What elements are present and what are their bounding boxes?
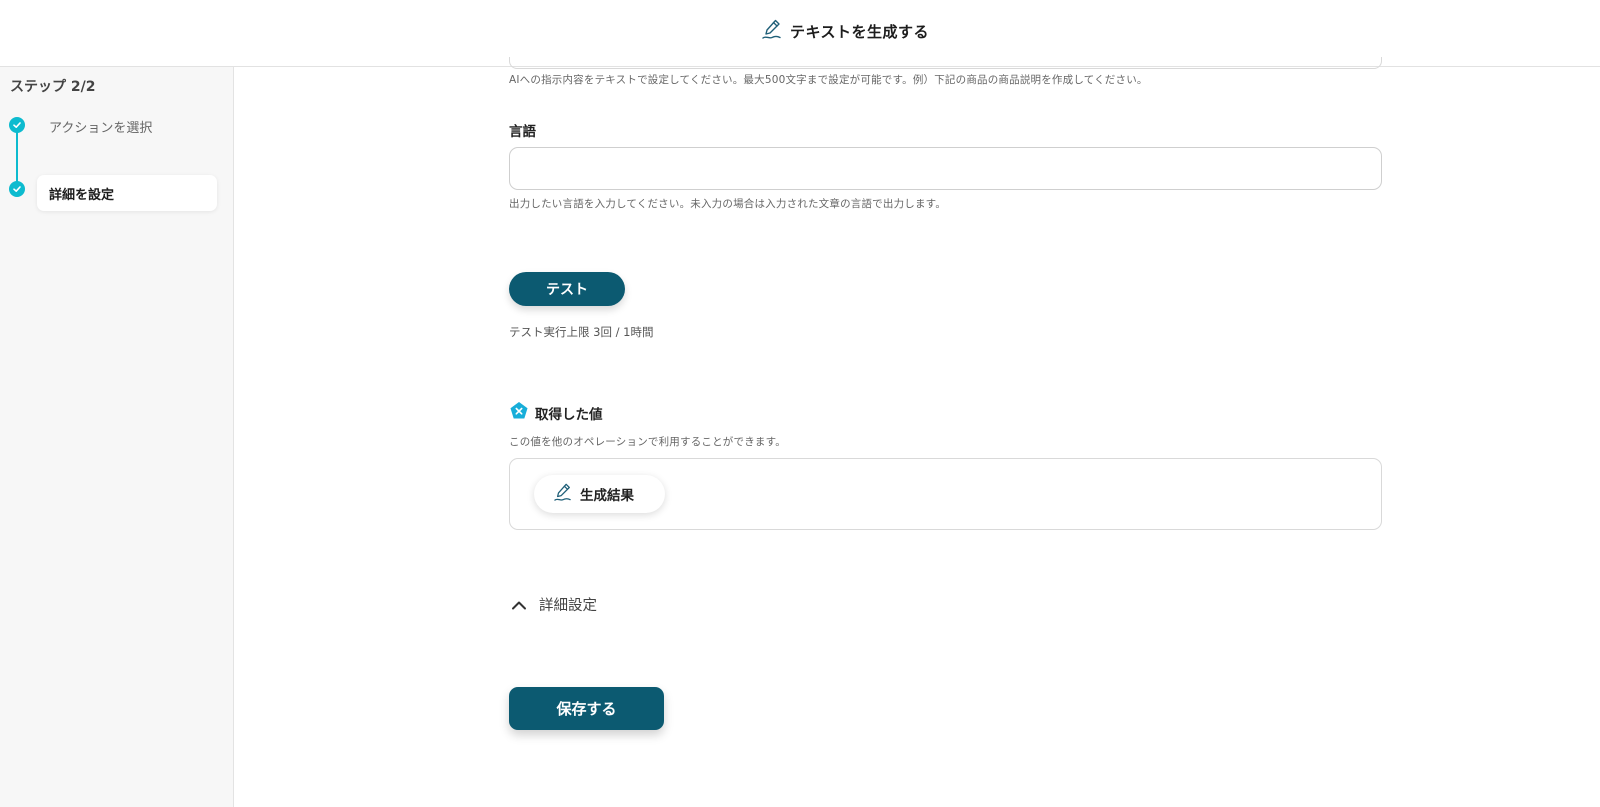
sidebar-step-select-action[interactable]: アクションを選択: [49, 117, 152, 136]
pen-icon: [762, 18, 782, 44]
main-content: AIへの指示内容をテキストで設定してください。最大500文字まで設定が可能です。…: [234, 57, 1600, 807]
advanced-settings-label: 詳細設定: [539, 598, 597, 614]
language-input[interactable]: [509, 147, 1382, 190]
outputs-box: 生成結果: [509, 458, 1382, 530]
sidebar-step-detail-settings[interactable]: 詳細を設定: [37, 175, 217, 211]
chevron-up-icon: [511, 595, 527, 614]
language-hint: 出力したい言語を入力してください。未入力の場合は入力された文章の言語で出力します…: [509, 198, 947, 210]
step-counter: ステップ 2/2: [10, 79, 96, 95]
sidebar: ステップ 2/2 アクションを選択 詳細を設定: [0, 67, 234, 807]
output-chip-generated-result[interactable]: 生成結果: [534, 475, 665, 513]
test-button[interactable]: テスト: [509, 272, 625, 306]
outputs-header: 取得した値: [509, 401, 603, 425]
test-limit-text: テスト実行上限 3回 / 1時間: [509, 325, 654, 339]
check-icon: [9, 181, 25, 197]
page-title-text: テキストを生成する: [790, 22, 930, 41]
save-button[interactable]: 保存する: [509, 687, 664, 730]
outputs-label: 取得した値: [535, 407, 603, 423]
output-chip-label: 生成結果: [580, 488, 634, 504]
variable-icon: [509, 401, 529, 425]
pen-icon: [554, 482, 572, 506]
prompt-textarea[interactable]: [509, 57, 1382, 69]
outputs-hint: この値を他のオペレーションで利用することができます。: [509, 436, 786, 448]
language-label: 言語: [509, 124, 536, 140]
advanced-settings-toggle[interactable]: 詳細設定: [511, 594, 597, 615]
check-icon: [9, 117, 25, 133]
page-title: テキストを生成する: [762, 18, 929, 44]
prompt-hint: AIへの指示内容をテキストで設定してください。最大500文字まで設定が可能です。…: [509, 74, 1148, 86]
